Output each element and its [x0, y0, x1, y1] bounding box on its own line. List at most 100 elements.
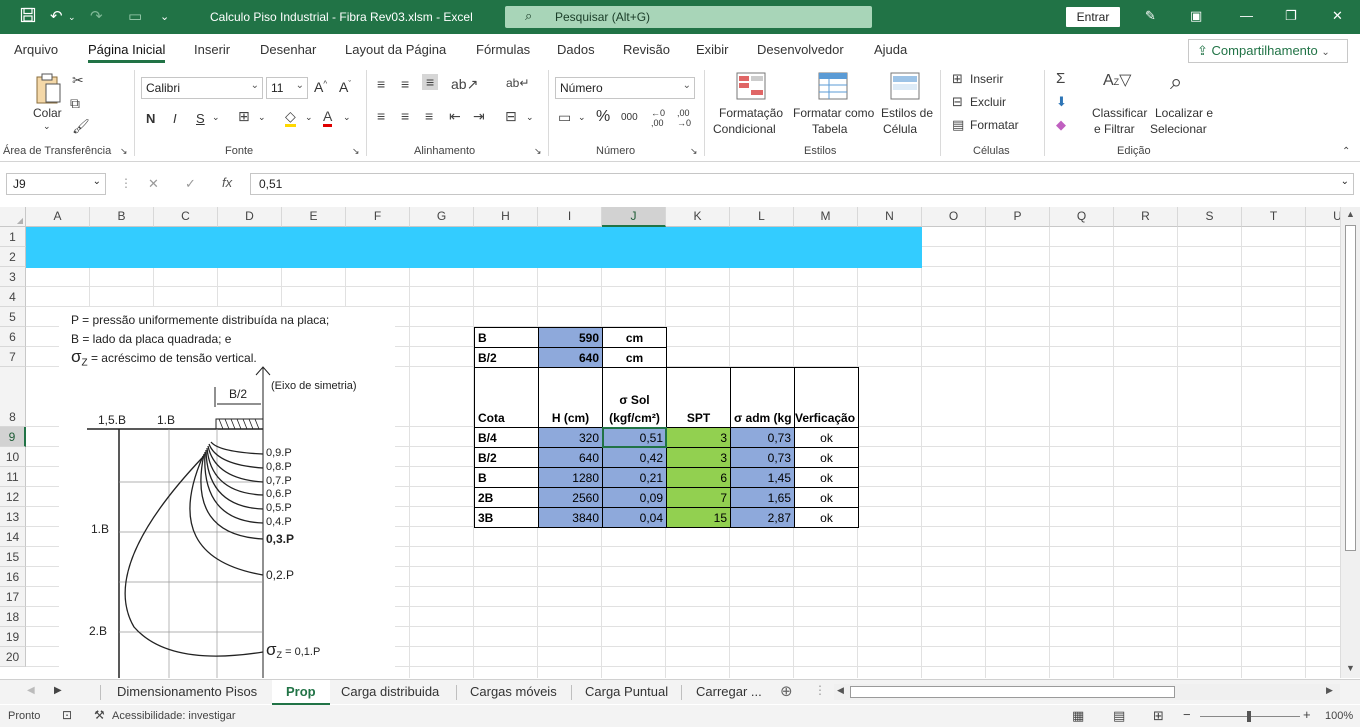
column-header-e[interactable]: E: [282, 207, 346, 227]
row-header-7[interactable]: 7: [0, 347, 26, 367]
h-cell[interactable]: 1280: [538, 467, 603, 488]
sadm-cell[interactable]: 2,87: [730, 507, 795, 528]
sort-filter-label-2[interactable]: e Filtrar: [1094, 122, 1135, 136]
header-sigma-cell[interactable]: σ Sol (kgf/cm²): [602, 367, 667, 428]
insert-cells-label[interactable]: Inserir: [970, 72, 1003, 86]
delete-cells-label[interactable]: Excluir: [970, 95, 1006, 109]
wrap-text-icon[interactable]: ab↵: [506, 76, 529, 90]
cancel-icon[interactable]: ✕: [148, 176, 159, 192]
align-top-icon[interactable]: ≡: [377, 76, 385, 92]
find-select-label-1[interactable]: Localizar e: [1155, 106, 1213, 120]
cut-icon[interactable]: ✂: [72, 72, 84, 89]
sigma-cell[interactable]: 0,04: [602, 507, 667, 528]
scroll-down-icon[interactable]: ▼: [1346, 663, 1355, 673]
scroll-left-icon[interactable]: ◀: [837, 685, 844, 696]
spt-cell[interactable]: 15: [666, 507, 731, 528]
scroll-up-icon[interactable]: ▲: [1346, 209, 1355, 219]
column-header-t[interactable]: T: [1242, 207, 1306, 227]
column-header-a[interactable]: A: [26, 207, 90, 227]
stress-diagram-image[interactable]: P = pressão uniformemente distribuída na…: [59, 307, 395, 678]
zoom-slider-thumb[interactable]: [1247, 711, 1251, 722]
column-header-m[interactable]: M: [794, 207, 858, 227]
restore-icon[interactable]: ❐: [1285, 8, 1297, 24]
row-header-20[interactable]: 20: [0, 647, 26, 667]
sigma-cell[interactable]: 0,21: [602, 467, 667, 488]
column-header-o[interactable]: O: [922, 207, 986, 227]
chevron-down-icon[interactable]: ⌄: [305, 112, 313, 123]
tab-splitter-icon[interactable]: ⋮: [814, 683, 826, 697]
tab-ajuda[interactable]: Ajuda: [874, 42, 907, 57]
header-sadm-cell[interactable]: σ adm (kg: [730, 367, 795, 428]
cota-cell[interactable]: 2B: [474, 487, 539, 508]
param-value-cell[interactable]: 640: [538, 347, 603, 368]
redo-icon[interactable]: ↷: [90, 7, 103, 25]
sadm-cell[interactable]: 1,65: [730, 487, 795, 508]
name-box[interactable]: J9 ⌄: [6, 173, 106, 195]
tab-desenhar[interactable]: Desenhar: [260, 42, 316, 57]
verif-cell[interactable]: ok: [794, 467, 859, 488]
header-cota-cell[interactable]: Cota: [474, 367, 539, 428]
customize-qat-icon[interactable]: ⌄: [160, 10, 169, 23]
row-header-3[interactable]: 3: [0, 267, 26, 287]
row-header-17[interactable]: 17: [0, 587, 26, 607]
header-h-cell[interactable]: H (cm): [538, 367, 603, 428]
row-header-6[interactable]: 6: [0, 327, 26, 347]
conditional-formatting-label-1[interactable]: Formatação: [719, 106, 783, 120]
format-painter-icon[interactable]: 🖌: [72, 118, 90, 135]
format-as-table-icon[interactable]: [818, 72, 848, 103]
sigma-cell[interactable]: 0,42: [602, 447, 667, 468]
increase-decimal-icon[interactable]: ←0,00: [651, 108, 665, 128]
row-header-13[interactable]: 13: [0, 507, 26, 527]
align-bottom-icon[interactable]: ≡: [422, 74, 439, 90]
spt-cell[interactable]: 3: [666, 427, 731, 448]
row-header-4[interactable]: 4: [0, 287, 26, 307]
conditional-formatting-label-2[interactable]: Condicional: [713, 122, 776, 136]
cell-styles-label-1[interactable]: Estilos de: [881, 106, 933, 120]
sheet-tab-cargas-moveis[interactable]: Cargas móveis: [470, 684, 557, 699]
sadm-cell[interactable]: 0,73: [730, 447, 795, 468]
decrease-font-icon[interactable]: Aˇ: [339, 79, 351, 95]
h-cell[interactable]: 320: [538, 427, 603, 448]
paste-icon[interactable]: [34, 72, 62, 109]
header-verif-cell[interactable]: Verficação: [794, 367, 859, 428]
column-header-g[interactable]: G: [410, 207, 474, 227]
align-right-icon[interactable]: ≡: [425, 108, 433, 124]
column-header-h[interactable]: H: [474, 207, 538, 227]
h-cell[interactable]: 3840: [538, 507, 603, 528]
scroll-tabs-left-icon[interactable]: ◀: [27, 685, 35, 696]
format-cells-icon[interactable]: ▤: [952, 117, 964, 133]
align-center-icon[interactable]: ≡: [401, 108, 409, 124]
chevron-down-icon[interactable]: ⌄: [212, 112, 220, 123]
find-select-label-2[interactable]: Selecionar: [1150, 122, 1207, 136]
clear-icon[interactable]: ◆: [1056, 117, 1066, 133]
orientation-icon[interactable]: ab↗: [451, 76, 478, 93]
font-size-select[interactable]: 11 ⌄: [266, 77, 308, 99]
spt-cell[interactable]: 6: [666, 467, 731, 488]
find-select-icon[interactable]: ⌕: [1170, 69, 1182, 95]
sheet-tab-carga-distribuida[interactable]: Carga distribuida: [341, 684, 439, 699]
align-middle-icon[interactable]: ≡: [401, 76, 409, 92]
undo-dropdown-icon[interactable]: ⌄: [68, 12, 76, 23]
column-header-j[interactable]: J: [602, 207, 666, 227]
column-header-u[interactable]: U: [1306, 207, 1340, 227]
insert-cells-icon[interactable]: ⊞: [952, 71, 963, 87]
chevron-down-icon[interactable]: ⌄: [526, 112, 534, 123]
insert-function-icon[interactable]: fx: [222, 175, 232, 190]
format-cells-label[interactable]: Formatar: [970, 118, 1019, 132]
pen-icon[interactable]: ✎: [1145, 8, 1156, 24]
dialog-launcher-icon[interactable]: ↘: [690, 146, 698, 157]
column-header-b[interactable]: B: [90, 207, 154, 227]
column-header-k[interactable]: K: [666, 207, 730, 227]
column-header-r[interactable]: R: [1114, 207, 1178, 227]
param-label-cell[interactable]: B/2: [474, 347, 539, 368]
page-layout-view-icon[interactable]: ▤: [1113, 708, 1125, 724]
param-unit-cell[interactable]: cm: [602, 327, 667, 348]
enter-icon[interactable]: ✓: [185, 176, 196, 192]
italic-button[interactable]: I: [173, 111, 177, 126]
conditional-formatting-icon[interactable]: [736, 72, 766, 103]
number-format-select[interactable]: Número ⌄: [555, 77, 695, 99]
dialog-launcher-icon[interactable]: ↘: [534, 146, 542, 157]
horizontal-scroll-thumb[interactable]: [850, 686, 1175, 698]
cota-cell[interactable]: B: [474, 467, 539, 488]
h-cell[interactable]: 640: [538, 447, 603, 468]
